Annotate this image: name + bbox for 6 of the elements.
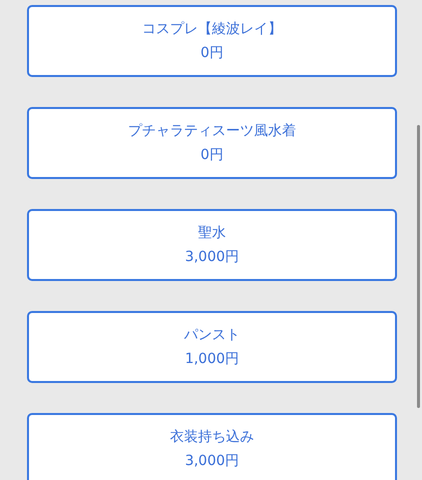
option-card[interactable]: 聖水 3,000円 bbox=[27, 209, 397, 281]
option-card[interactable]: 衣装持ち込み 3,000円 bbox=[27, 413, 397, 480]
option-card[interactable]: パンスト 1,000円 bbox=[27, 311, 397, 383]
option-card[interactable]: プチャラティスーツ風水着 0円 bbox=[27, 107, 397, 179]
scrollbar[interactable] bbox=[417, 125, 420, 408]
option-card[interactable]: コスプレ【綾波レイ】 0円 bbox=[27, 5, 397, 77]
